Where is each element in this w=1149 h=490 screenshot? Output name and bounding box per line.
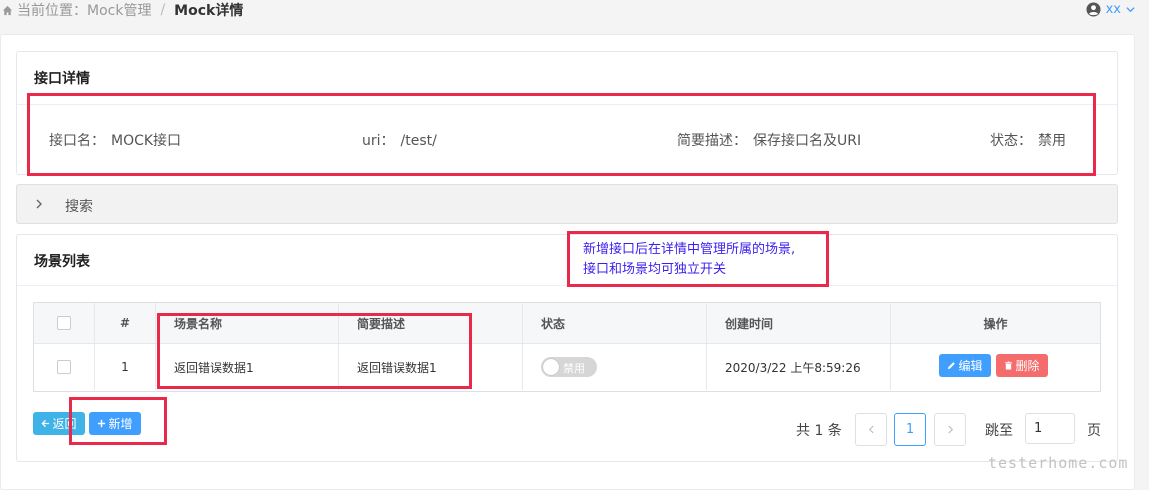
home-icon [2,5,13,15]
highlight-detail-box [27,93,1096,176]
jump-label: 跳至 [985,423,1013,439]
breadcrumb-current: Mock详情 [174,3,244,19]
next-page-button[interactable] [934,413,966,446]
row-select-cell [34,344,95,390]
row-created-time: 2020/3/22 上午8:59:26 [707,344,891,390]
annotation-line-2: 接口和场景均可独立开关 [583,262,727,277]
page-number-1[interactable]: 1 [894,413,926,446]
annotation-note: 新增接口后在详情中管理所属的场景, 接口和场景均可独立开关 [583,240,823,280]
trash-icon [1005,361,1013,370]
pencil-icon [948,362,956,370]
highlight-scene-columns-box [157,313,472,389]
arrow-left-icon [41,419,50,428]
row-checkbox[interactable] [57,360,71,374]
header-select-cell [34,303,95,343]
delete-label: 删除 [1015,359,1040,373]
delete-button[interactable]: 删除 [996,354,1048,377]
search-collapse[interactable]: 搜索 [16,184,1118,224]
scene-list-title: 场景列表 [34,254,90,270]
chevron-right-icon [36,199,42,209]
top-bar: 当前位置： Mock管理 / Mock详情 xx [0,0,1149,26]
highlight-add-button-box [69,397,167,445]
prev-page-button[interactable] [855,413,887,446]
user-name: xx [1105,2,1121,17]
select-all-checkbox[interactable] [57,316,71,330]
chevron-down-icon [1126,7,1135,13]
edit-button[interactable]: 编辑 [939,354,991,377]
user-menu[interactable]: xx [1086,2,1135,17]
header-actions: 操作 [983,316,1008,331]
chevron-left-icon [868,425,874,434]
detail-card-title: 接口详情 [34,71,90,87]
jump-page-input[interactable]: 1 [1025,413,1075,444]
header-status: 状态 [523,303,707,343]
header-index: # [95,303,156,343]
user-avatar-icon [1086,2,1101,17]
toggle-knob [543,359,559,375]
toggle-label: 禁用 [563,362,585,375]
breadcrumb: 当前位置： Mock管理 / Mock详情 [2,1,243,19]
pagination-total: 共 1 条 [796,423,842,439]
status-toggle[interactable]: 禁用 [541,357,597,377]
edit-label: 编辑 [958,359,983,373]
header-created-time: 创建时间 [707,303,891,343]
breadcrumb-parent[interactable]: Mock管理 [87,0,151,20]
breadcrumb-separator: / [160,2,166,18]
page-unit-label: 页 [1087,423,1101,439]
breadcrumb-prefix: 当前位置： [17,3,87,19]
search-label: 搜索 [65,199,93,215]
watermark: testerhome.com [988,454,1129,472]
row-index: 1 [95,344,156,390]
row-status-cell: 禁用 [523,344,707,390]
chevron-right-icon [947,425,953,434]
annotation-line-1: 新增接口后在详情中管理所属的场景, [583,242,796,257]
